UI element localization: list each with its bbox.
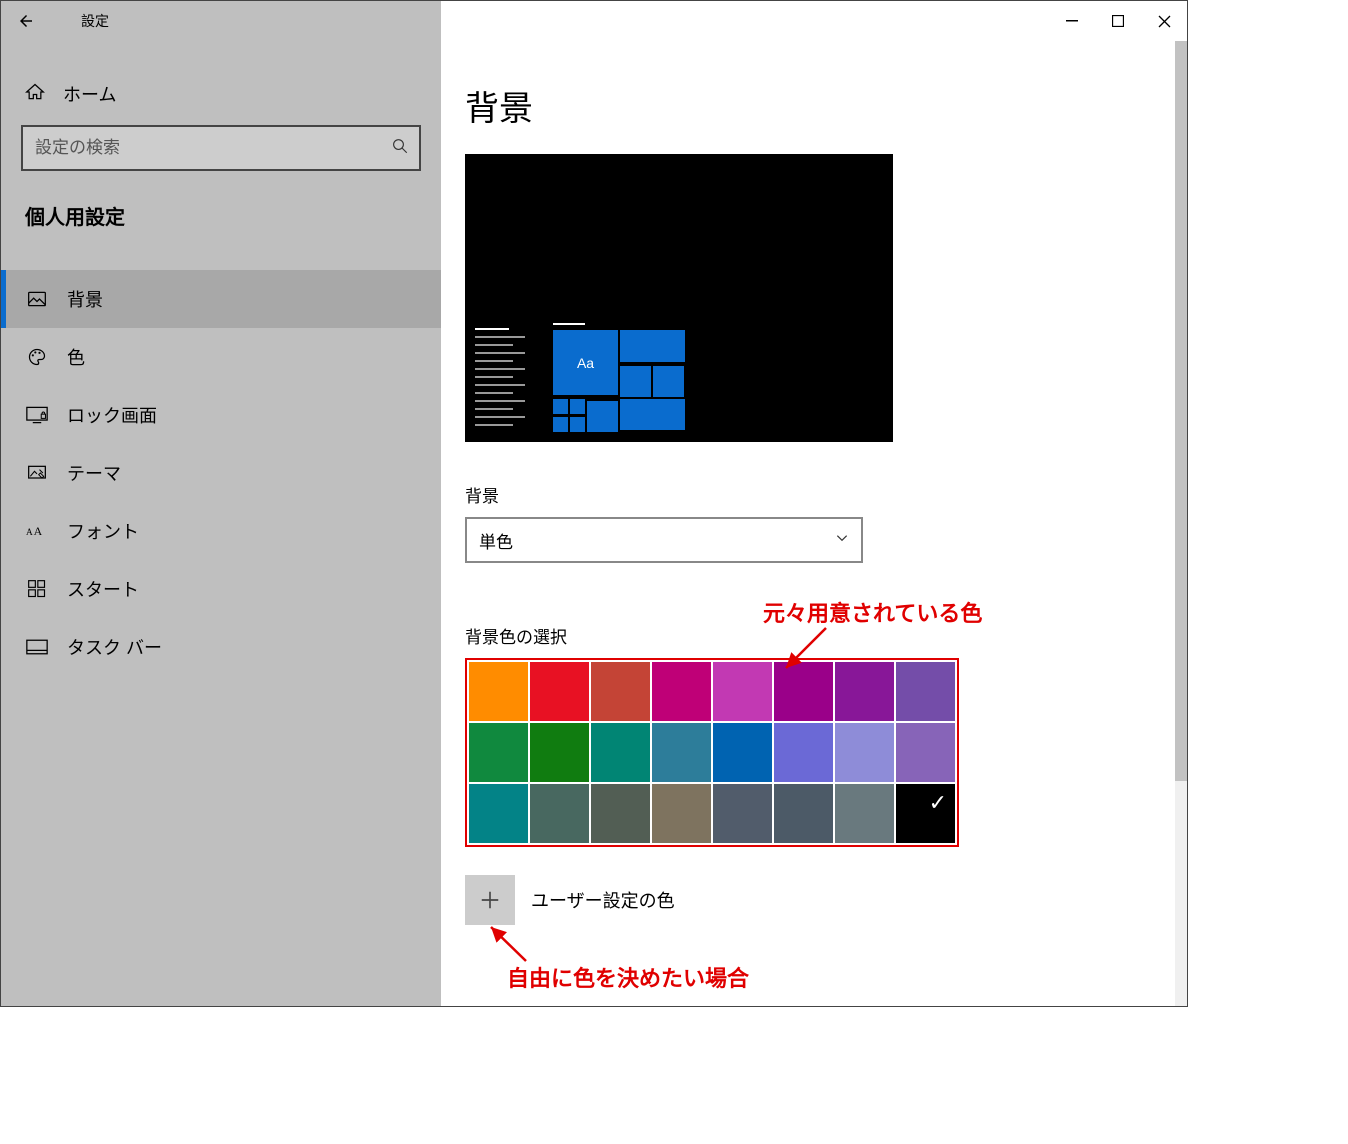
- sidebar-home[interactable]: ホーム: [1, 71, 441, 125]
- taskbar-icon: [25, 639, 49, 655]
- window-title: 設定: [81, 11, 109, 31]
- settings-window: 設定 ホーム: [0, 0, 1188, 1007]
- color-swatch[interactable]: [713, 723, 772, 782]
- titlebar-left: 設定: [1, 1, 441, 41]
- sidebar-item-label: テーマ: [67, 460, 121, 486]
- sidebar-item-label: 色: [67, 344, 85, 370]
- color-swatch[interactable]: [835, 723, 894, 782]
- home-icon: [25, 82, 45, 107]
- background-dropdown-value: 単色: [479, 528, 513, 553]
- sidebar-section-heading: 個人用設定: [1, 201, 441, 230]
- color-palette: ✓: [465, 658, 959, 847]
- plus-icon: [479, 889, 501, 911]
- search-input[interactable]: [33, 137, 391, 159]
- sidebar-item-colors[interactable]: 色: [1, 328, 441, 386]
- sidebar-item-background[interactable]: 背景: [1, 270, 441, 328]
- start-icon: [25, 579, 49, 599]
- sidebar-item-label: ロック画面: [67, 402, 157, 428]
- titlebar: 設定: [1, 1, 1187, 41]
- color-swatch[interactable]: [530, 662, 589, 721]
- color-swatch[interactable]: [591, 723, 650, 782]
- svg-text:A: A: [34, 524, 43, 538]
- sidebar-item-lockscreen[interactable]: ロック画面: [1, 386, 441, 444]
- close-icon: [1158, 15, 1171, 28]
- color-swatch[interactable]: [896, 662, 955, 721]
- titlebar-right: [441, 1, 1187, 41]
- sidebar-item-label: フォント: [67, 518, 139, 544]
- color-swatch[interactable]: [591, 784, 650, 843]
- maximize-icon: [1112, 15, 1124, 27]
- content-pane: 背景 Aa: [441, 41, 1187, 1006]
- scrollbar-thumb[interactable]: [1175, 41, 1187, 781]
- sidebar-item-label: タスク バー: [67, 634, 162, 660]
- preview-tiles: Aa: [553, 323, 688, 432]
- picture-icon: [25, 289, 49, 309]
- search-icon: [391, 137, 409, 160]
- color-swatch[interactable]: [530, 723, 589, 782]
- minimize-button[interactable]: [1049, 1, 1095, 41]
- search-container: [21, 125, 421, 171]
- color-swatch[interactable]: [835, 662, 894, 721]
- color-swatch[interactable]: [469, 723, 528, 782]
- theme-icon: [25, 463, 49, 483]
- preview-start-menu: [475, 328, 545, 432]
- sidebar-item-label: 背景: [67, 286, 103, 312]
- back-button[interactable]: [1, 1, 51, 41]
- window-body: ホーム 個人用設定 背景: [1, 41, 1187, 1006]
- background-preview: Aa: [465, 154, 893, 442]
- close-button[interactable]: [1141, 1, 1187, 41]
- svg-text:A: A: [26, 528, 33, 538]
- color-swatch[interactable]: [774, 662, 833, 721]
- color-swatch[interactable]: [591, 662, 650, 721]
- color-swatch[interactable]: [835, 784, 894, 843]
- page-title: 背景: [465, 81, 1167, 130]
- color-swatch[interactable]: [469, 784, 528, 843]
- lock-screen-icon: [25, 406, 49, 424]
- sidebar-item-start[interactable]: スタート: [1, 560, 441, 618]
- annotation-freeform-color: 自由に色を決めたい場合: [507, 961, 749, 993]
- palette-label: 背景色の選択: [465, 623, 1167, 648]
- color-swatch[interactable]: [652, 723, 711, 782]
- arrow-left-icon: [17, 12, 35, 30]
- minimize-icon: [1066, 15, 1078, 27]
- color-swatch[interactable]: [652, 662, 711, 721]
- check-icon: ✓: [929, 790, 947, 816]
- sidebar-item-fonts[interactable]: AA フォント: [1, 502, 441, 560]
- annotation-arrow-icon: [481, 919, 551, 969]
- color-swatch[interactable]: [774, 723, 833, 782]
- sidebar-item-themes[interactable]: テーマ: [1, 444, 441, 502]
- chevron-down-icon: [835, 531, 849, 550]
- custom-color-row: ユーザー設定の色: [465, 875, 1167, 925]
- font-icon: AA: [25, 522, 49, 540]
- color-swatch[interactable]: [774, 784, 833, 843]
- scrollbar-track[interactable]: [1175, 41, 1187, 1006]
- color-swatch[interactable]: [469, 662, 528, 721]
- color-swatch[interactable]: [713, 784, 772, 843]
- maximize-button[interactable]: [1095, 1, 1141, 41]
- custom-color-label: ユーザー設定の色: [531, 887, 675, 913]
- sidebar-item-label: スタート: [67, 576, 139, 602]
- color-swatch[interactable]: [530, 784, 589, 843]
- home-label: ホーム: [63, 81, 116, 107]
- sidebar: ホーム 個人用設定 背景: [1, 41, 441, 1006]
- palette-icon: [25, 347, 49, 367]
- color-swatch[interactable]: [713, 662, 772, 721]
- search-box[interactable]: [21, 125, 421, 171]
- background-dropdown-label: 背景: [465, 482, 1167, 507]
- color-swatch[interactable]: [652, 784, 711, 843]
- preview-sample-tile: Aa: [553, 330, 618, 395]
- sidebar-item-taskbar[interactable]: タスク バー: [1, 618, 441, 676]
- background-dropdown[interactable]: 単色: [465, 517, 863, 563]
- color-swatch[interactable]: [896, 723, 955, 782]
- custom-color-button[interactable]: [465, 875, 515, 925]
- color-swatch[interactable]: ✓: [896, 784, 955, 843]
